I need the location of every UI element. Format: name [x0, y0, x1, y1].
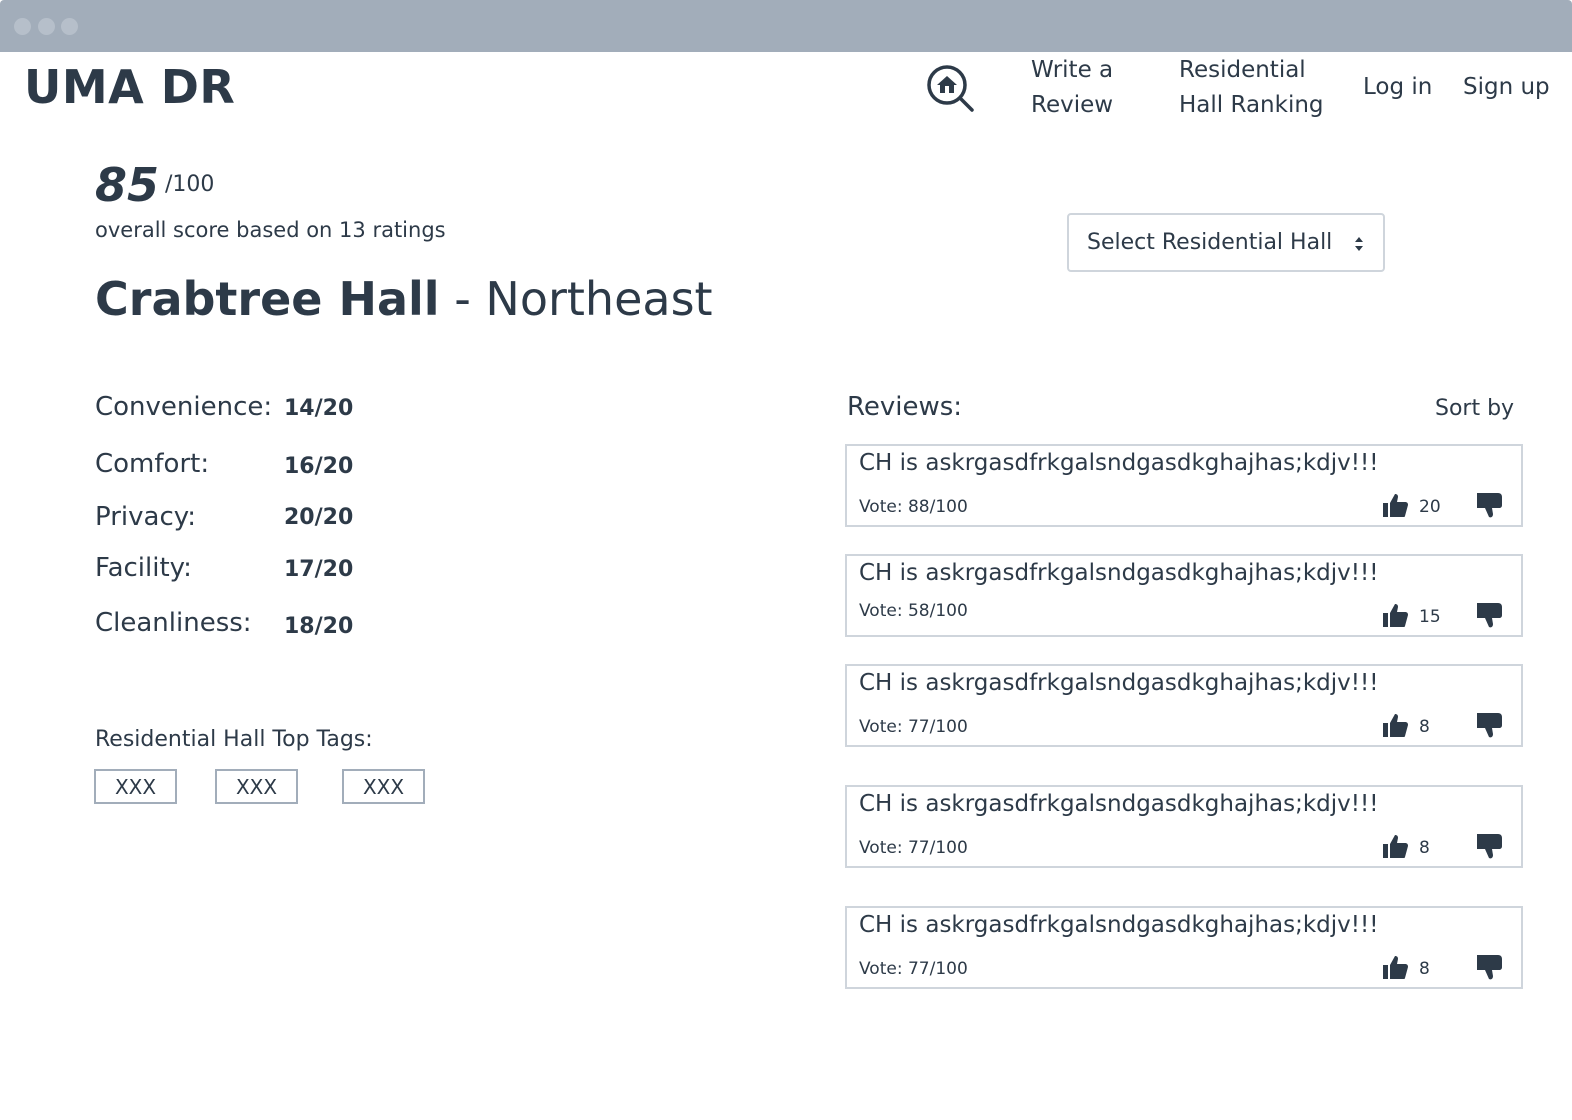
- score-caption: overall score based on 13 ratings: [95, 218, 446, 242]
- thumbs-down-icon[interactable]: [1475, 711, 1503, 739]
- nav-hall-ranking-line1: Residential: [1179, 57, 1306, 83]
- top-tags-title: Residential Hall Top Tags:: [95, 727, 373, 752]
- hall-title: Crabtree Hall - Northeast: [95, 272, 713, 326]
- reviews-title: Reviews:: [847, 392, 963, 422]
- thumbs-down-icon[interactable]: [1475, 832, 1503, 860]
- tag-chip[interactable]: XXX: [215, 769, 298, 804]
- sort-by-button[interactable]: Sort by: [1435, 396, 1514, 421]
- thumbs-up-icon[interactable]: [1381, 832, 1409, 860]
- window-maximize-dot[interactable]: [61, 18, 78, 35]
- overall-score-max: /100: [165, 172, 215, 197]
- thumbs-up-icon[interactable]: [1381, 491, 1409, 519]
- tag-chip[interactable]: XXX: [342, 769, 425, 804]
- nav-write-review-line2: Review: [1031, 92, 1114, 118]
- review-card: CH is askrgasdfrkgalsndgasdkghajhas;kdjv…: [845, 444, 1523, 527]
- review-vote: Vote: 77/100: [859, 959, 968, 979]
- residential-hall-select-label: Select Residential Hall: [1087, 230, 1333, 255]
- tag-chip[interactable]: XXX: [94, 769, 177, 804]
- review-text: CH is askrgasdfrkgalsndgasdkghajhas;kdjv…: [859, 560, 1379, 586]
- category-label-facility: Facility:: [95, 553, 192, 583]
- review-card: CH is askrgasdfrkgalsndgasdkghajhas;kdjv…: [845, 785, 1523, 868]
- overall-score: 85: [95, 158, 160, 212]
- window-minimize-dot[interactable]: [38, 18, 55, 35]
- thumbs-down-icon[interactable]: [1475, 491, 1503, 519]
- like-count: 20: [1419, 497, 1441, 517]
- thumbs-down-icon[interactable]: [1475, 953, 1503, 981]
- site-logo[interactable]: UMA DR: [24, 60, 235, 114]
- review-vote: Vote: 88/100: [859, 497, 968, 517]
- like-count: 8: [1419, 717, 1430, 737]
- review-text: CH is askrgasdfrkgalsndgasdkghajhas;kdjv…: [859, 912, 1379, 938]
- residential-hall-select[interactable]: Select Residential Hall: [1067, 213, 1385, 272]
- hall-name: Crabtree Hall: [95, 272, 440, 326]
- hall-area: - Northeast: [454, 272, 713, 326]
- category-label-comfort: Comfort:: [95, 449, 210, 479]
- nav-write-review[interactable]: Write a Review: [1031, 53, 1113, 123]
- review-card: CH is askrgasdfrkgalsndgasdkghajhas;kdjv…: [845, 664, 1523, 747]
- category-label-privacy: Privacy:: [95, 502, 197, 532]
- review-vote: Vote: 58/100: [859, 601, 968, 621]
- category-label-convenience: Convenience:: [95, 392, 273, 422]
- nav-hall-ranking[interactable]: Residential Hall Ranking: [1179, 53, 1324, 123]
- nav-signup[interactable]: Sign up: [1463, 70, 1550, 105]
- category-value-facility: 17/20: [284, 557, 354, 582]
- thumbs-up-icon[interactable]: [1381, 711, 1409, 739]
- review-text: CH is askrgasdfrkgalsndgasdkghajhas;kdjv…: [859, 670, 1379, 696]
- review-card: CH is askrgasdfrkgalsndgasdkghajhas;kdjv…: [845, 906, 1523, 989]
- category-value-convenience: 14/20: [284, 396, 354, 421]
- like-count: 8: [1419, 838, 1430, 858]
- thumbs-up-icon[interactable]: [1381, 953, 1409, 981]
- home-search-icon[interactable]: [924, 62, 978, 116]
- review-vote: Vote: 77/100: [859, 717, 968, 737]
- review-vote: Vote: 77/100: [859, 838, 968, 858]
- like-count: 8: [1419, 959, 1430, 979]
- like-count: 15: [1419, 607, 1441, 627]
- nav-login[interactable]: Log in: [1363, 70, 1432, 105]
- nav-write-review-line1: Write a: [1031, 57, 1114, 83]
- up-down-arrows-icon: [1355, 237, 1363, 251]
- category-value-cleanliness: 18/20: [284, 614, 354, 639]
- category-value-comfort: 16/20: [284, 454, 354, 479]
- nav-hall-ranking-line2: Hall Ranking: [1179, 92, 1324, 118]
- review-card: CH is askrgasdfrkgalsndgasdkghajhas;kdjv…: [845, 554, 1523, 637]
- thumbs-down-icon[interactable]: [1475, 601, 1503, 629]
- browser-titlebar: [0, 0, 1572, 52]
- review-text: CH is askrgasdfrkgalsndgasdkghajhas;kdjv…: [859, 450, 1379, 476]
- category-label-cleanliness: Cleanliness:: [95, 608, 252, 638]
- review-text: CH is askrgasdfrkgalsndgasdkghajhas;kdjv…: [859, 791, 1379, 817]
- category-value-privacy: 20/20: [284, 505, 354, 530]
- thumbs-up-icon[interactable]: [1381, 601, 1409, 629]
- window-close-dot[interactable]: [14, 18, 31, 35]
